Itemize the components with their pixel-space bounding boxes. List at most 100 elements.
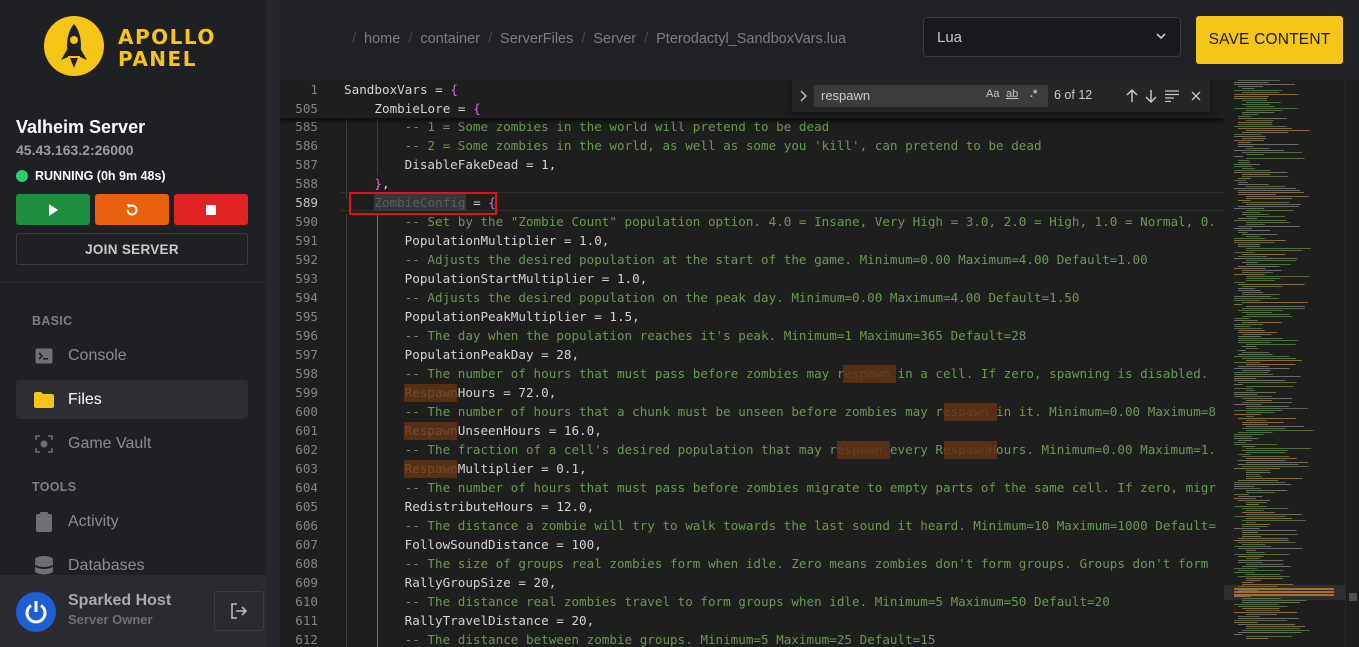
line-number: 610 [295,594,318,609]
minimap-line [1238,124,1273,125]
clipboard-icon [34,511,54,532]
minimap-line [1242,346,1257,347]
minimap-line [1246,638,1269,639]
minimap-slider[interactable] [1224,585,1345,600]
minimap-line [1246,478,1303,479]
line-number: 590 [295,214,318,229]
server-address[interactable]: 45.43.163.2:26000 [16,142,134,158]
whole-word-toggle[interactable]: ab [1006,88,1018,100]
minimap-line [1246,222,1290,223]
minimap-line [1234,568,1257,569]
minimap-line [1246,186,1286,187]
minimap-line [1246,106,1276,107]
regex-toggle[interactable]: .* [1030,88,1037,100]
minimap[interactable] [1224,80,1345,647]
close-icon[interactable] [1188,88,1204,104]
breadcrumb-server[interactable]: Server [593,31,636,47]
code-line[interactable]: 610 -- The distance real zombies travel … [280,592,1224,611]
code-line[interactable]: 600 -- The number of hours that a chunk … [280,402,1224,421]
start-button[interactable] [16,194,90,225]
code-line[interactable]: 596 -- The day when the population reach… [280,326,1224,345]
line-number: 595 [295,309,318,324]
code-editor[interactable]: 585 -- 1 = Some zombies in the world wil… [280,80,1359,647]
breadcrumb-container[interactable]: container [420,31,480,47]
minimap-line [1234,300,1261,301]
code-line[interactable]: 611 RallyTravelDistance = 20, [280,611,1224,630]
minimap-line [1234,296,1272,297]
code-line[interactable]: 608 -- The size of groups real zombies f… [280,554,1224,573]
match-case-toggle[interactable]: Aa [986,88,999,100]
minimap-line [1246,462,1309,463]
minimap-line [1234,516,1286,517]
apollo-logo[interactable]: APOLLO PANEL [44,14,244,80]
code-line[interactable]: 587 DisableFakeDead = 1, [280,155,1224,174]
chevron-down-icon [1156,33,1166,40]
breadcrumb-home[interactable]: home [364,31,400,47]
minimap-line [1234,188,1296,189]
code-line[interactable]: 585 -- 1 = Some zombies in the world wil… [280,117,1224,136]
join-server-button[interactable]: JOIN SERVER [16,233,248,265]
code-line[interactable]: 612 -- The distance between zombie group… [280,630,1224,647]
minimap-line [1246,504,1259,505]
arrow-up-icon[interactable] [1124,88,1140,104]
minimap-line [1238,178,1251,179]
code-line[interactable]: 598 -- The number of hours that must pas… [280,364,1224,383]
minimap-line [1246,216,1285,217]
minimap-line [1234,486,1255,487]
minimap-line [1234,328,1262,329]
nav-item-activity[interactable]: Activity [16,502,248,541]
line-number: 611 [295,613,318,628]
brand-name: APOLLO PANEL [118,26,216,70]
code-line[interactable]: 594 -- Adjusts the desired population on… [280,288,1224,307]
code-line[interactable]: 597 PopulationPeakDay = 28, [280,345,1224,364]
code-line[interactable]: 586 -- 2 = Some zombies in the world, as… [280,136,1224,155]
save-content-button[interactable]: SAVE CONTENT [1196,16,1343,64]
nav-item-files[interactable]: Files [16,380,248,419]
minimap-line [1238,244,1260,245]
scrollbar-thumb[interactable] [1349,593,1357,601]
line-number: 604 [295,480,318,495]
code-line[interactable]: 605 RedistributeHours = 12.0, [280,497,1224,516]
code-line[interactable]: 607 FollowSoundDistance = 100, [280,535,1224,554]
arrow-down-icon[interactable] [1143,88,1159,104]
minimap-line [1238,338,1283,339]
minimap-line [1242,294,1280,295]
nav-item-console[interactable]: Console [16,336,248,375]
language-select[interactable]: Lua [923,17,1181,57]
stop-button[interactable] [174,194,248,225]
line-number: 599 [295,385,318,400]
language-value: Lua [937,28,963,46]
vertical-scrollbar[interactable] [1345,80,1359,647]
code-line[interactable]: 609 RallyGroupSize = 20, [280,573,1224,592]
code-line[interactable]: 604 -- The number of hours that must pas… [280,478,1224,497]
minimap-line [1246,224,1265,225]
code-text: ZombieLore = { [374,101,481,116]
logout-button[interactable] [214,591,264,631]
minimap-line [1234,434,1264,435]
breadcrumb-serverfiles[interactable]: ServerFiles [500,31,573,47]
minimap-line [1234,384,1243,385]
code-line[interactable]: 602 -- The fraction of a cell's desired … [280,440,1224,459]
minimap-line [1234,604,1279,605]
minimap-line [1246,490,1288,491]
code-line[interactable]: 588 }, [280,174,1224,193]
code-line[interactable]: 595 PopulationPeakMultiplier = 1.5, [280,307,1224,326]
minimap-line [1242,456,1290,457]
nav-item-game-vault[interactable]: Game Vault [16,424,248,463]
minimap-line [1246,550,1257,551]
code-line[interactable]: 592 -- Adjusts the desired population at… [280,250,1224,269]
find-in-selection-icon[interactable] [1164,88,1180,104]
code-line[interactable]: 606 -- The distance a zombie will try to… [280,516,1224,535]
server-name: Valheim Server [16,117,146,137]
chevron-right-icon[interactable] [799,89,809,103]
minimap-line [1242,608,1280,609]
minimap-line [1238,288,1256,289]
code-text: FollowSoundDistance = 100, [344,537,602,552]
code-line[interactable]: 591 PopulationMultiplier = 1.0, [280,231,1224,250]
restart-button[interactable] [95,194,169,225]
minimap-line [1238,538,1289,539]
code-line[interactable]: 593 PopulationStartMultiplier = 1.0, [280,269,1224,288]
minimap-line [1246,344,1296,345]
brand-line-2: PANEL [118,47,197,71]
avatar[interactable] [16,592,56,632]
